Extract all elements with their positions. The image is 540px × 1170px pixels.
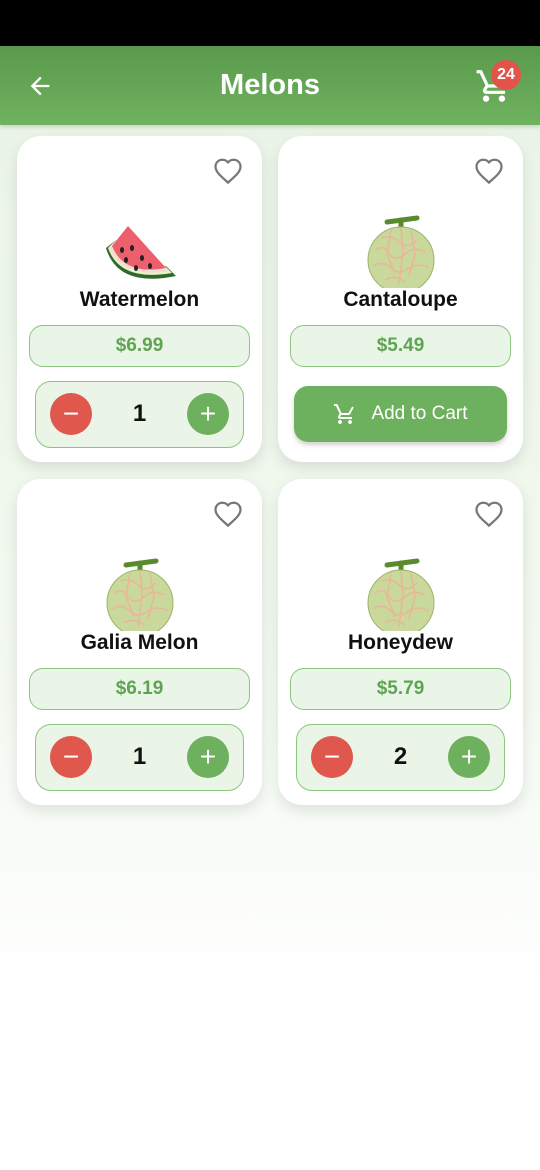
product-price: $6.99 xyxy=(29,325,250,367)
decrease-quantity-button[interactable]: − xyxy=(50,393,92,435)
increase-quantity-button[interactable]: + xyxy=(187,393,229,435)
status-bar xyxy=(0,0,540,46)
cart-count-badge: 24 xyxy=(491,60,521,90)
melon-icon xyxy=(106,558,173,631)
heart-outline-icon xyxy=(475,501,503,528)
melon-icon xyxy=(367,558,434,631)
favorite-button[interactable] xyxy=(212,156,244,186)
heart-outline-icon xyxy=(475,158,503,185)
increase-quantity-button[interactable]: + xyxy=(187,736,229,778)
product-image xyxy=(17,557,262,631)
product-name: Honeydew xyxy=(347,631,454,654)
heart-outline-icon xyxy=(214,158,242,185)
product-name: Cantaloupe xyxy=(343,288,458,311)
product-image xyxy=(278,214,523,288)
product-card-galia-melon[interactable]: Galia Melon $6.19 − 1 + xyxy=(17,479,262,805)
increase-quantity-button[interactable]: + xyxy=(448,736,490,778)
add-to-cart-label: Add to Cart xyxy=(371,403,468,424)
arrow-left-icon xyxy=(30,76,50,96)
melon-icon xyxy=(367,215,434,288)
product-name: Galia Melon xyxy=(80,631,199,654)
favorite-button[interactable] xyxy=(212,499,244,529)
favorite-button[interactable] xyxy=(473,156,505,186)
product-card-cantaloupe[interactable]: Cantaloupe $5.49 Add to Cart xyxy=(278,136,523,462)
watermelon-icon xyxy=(105,226,176,279)
product-image xyxy=(278,557,523,631)
product-card-watermelon[interactable]: Watermelon $6.99 − 1 + xyxy=(17,136,262,462)
page-title: Melons xyxy=(220,69,320,101)
quantity-stepper: − 1 + xyxy=(35,724,244,791)
quantity-value: 1 xyxy=(132,743,147,770)
product-card-honeydew[interactable]: Honeydew $5.79 − 2 + xyxy=(278,479,523,805)
decrease-quantity-button[interactable]: − xyxy=(311,736,353,778)
favorite-button[interactable] xyxy=(473,499,505,529)
product-price: $5.49 xyxy=(290,325,511,367)
product-image xyxy=(17,214,262,288)
quantity-value: 1 xyxy=(132,400,147,427)
product-price: $6.19 xyxy=(29,668,250,710)
heart-outline-icon xyxy=(214,501,242,528)
quantity-value: 2 xyxy=(393,743,408,770)
back-button[interactable] xyxy=(20,66,60,106)
add-to-cart-button[interactable]: Add to Cart xyxy=(294,386,507,442)
decrease-quantity-button[interactable]: − xyxy=(50,736,92,778)
quantity-stepper: − 2 + xyxy=(296,724,505,791)
product-name: Watermelon xyxy=(79,288,200,311)
cart-icon xyxy=(334,404,355,424)
app-bar: Melons 24 xyxy=(0,46,540,125)
product-price: $5.79 xyxy=(290,668,511,710)
quantity-stepper: − 1 + xyxy=(35,381,244,448)
